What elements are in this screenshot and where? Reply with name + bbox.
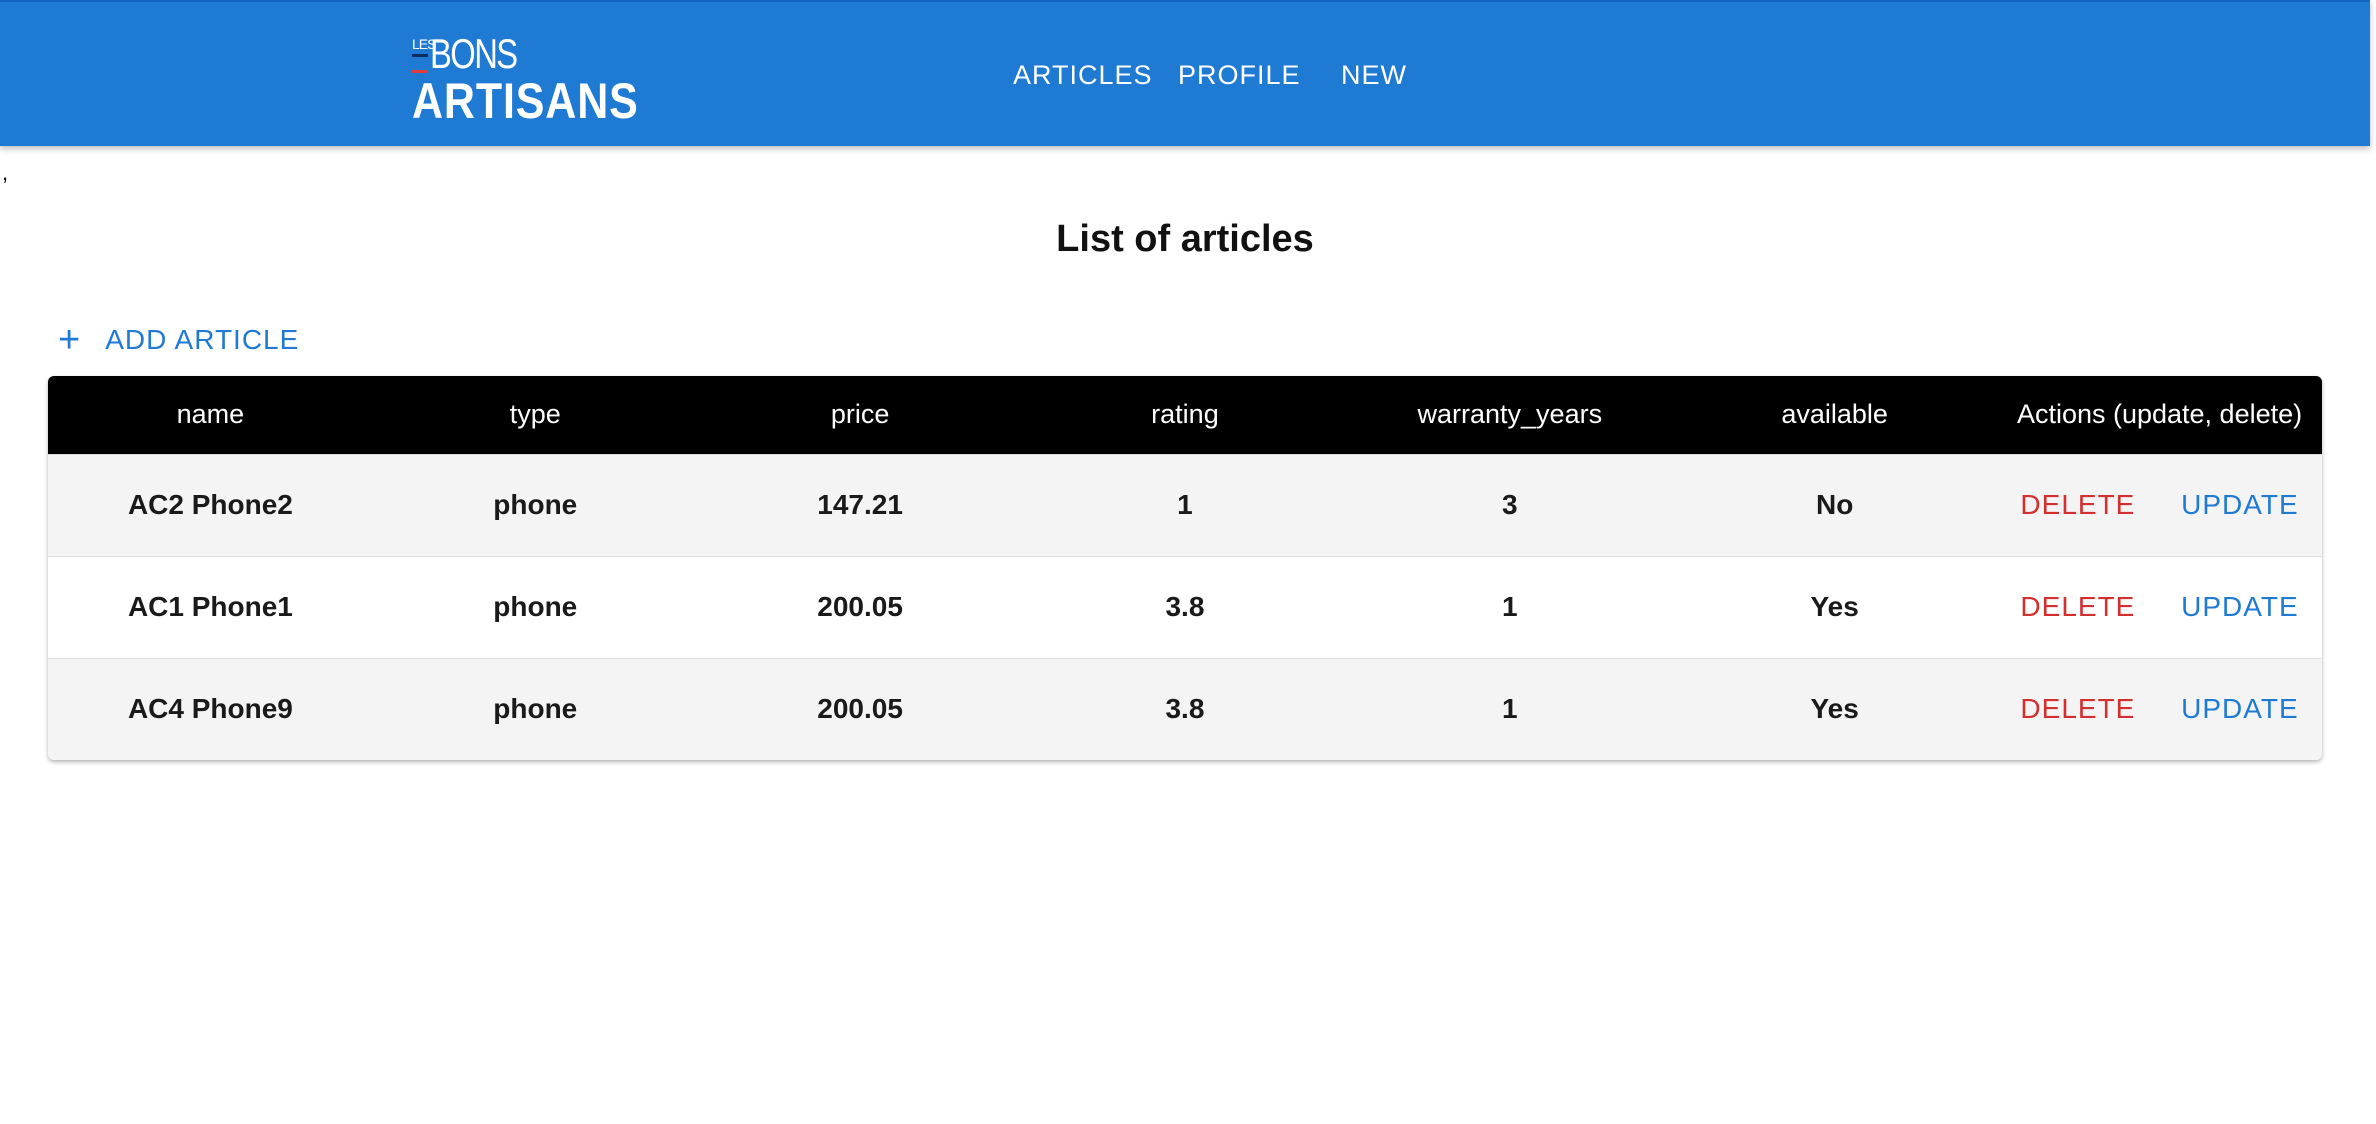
column-header-warranty-years[interactable]: warranty_years (1347, 376, 1672, 454)
delete-button[interactable]: DELETE (2020, 693, 2135, 724)
table-row: AC1 Phone1 phone 200.05 3.8 1 Yes DELETE… (48, 556, 2322, 658)
column-header-actions: Actions (update, delete) (2016, 399, 2303, 430)
update-button[interactable]: UPDATE (2181, 591, 2299, 622)
cell-price: 200.05 (817, 693, 903, 725)
table-header-row: name type price rating warranty_years av… (48, 376, 2322, 454)
cell-type: phone (493, 591, 578, 622)
cell-price: 200.05 (817, 591, 903, 622)
cell-actions: DELETE UPDATE (1997, 658, 2322, 760)
cell-warranty-years: 3 (1502, 489, 1518, 520)
logo-artisans-text: ARTISANS (412, 73, 639, 129)
nav-articles-link[interactable]: ARTICLES (1013, 60, 1153, 91)
column-header-rating[interactable]: rating (1023, 376, 1348, 454)
cell-type: phone (493, 489, 578, 520)
cell-warranty-years: 1 (1502, 693, 1518, 725)
delete-button[interactable]: DELETE (2020, 591, 2135, 622)
update-button[interactable]: UPDATE (2181, 489, 2299, 520)
stray-comma-text: , (2, 160, 9, 185)
cell-name: AC1 Phone1 (127, 591, 293, 622)
column-header-price[interactable]: price (698, 376, 1023, 454)
cell-available: No (1815, 489, 1854, 520)
cell-price: 147.21 (817, 489, 903, 520)
add-article-button[interactable]: + ADD ARTICLE (58, 318, 299, 362)
add-article-label: ADD ARTICLE (105, 324, 300, 355)
page-title: List of articles (1056, 218, 1314, 260)
cell-rating: 3.8 (1165, 693, 1205, 725)
cell-name: AC2 Phone2 (127, 489, 293, 520)
cell-available: Yes (1810, 693, 1859, 725)
cell-actions: DELETE UPDATE (1997, 556, 2322, 658)
column-header-name[interactable]: name (48, 376, 373, 454)
cell-available: Yes (1810, 591, 1859, 622)
cell-rating: 1 (1177, 489, 1193, 520)
cell-actions: DELETE UPDATE (1997, 454, 2322, 556)
plus-icon: + (58, 319, 82, 361)
top-app-bar: LES BONS ARTISANS ARTICLES PROFILE NEW (0, 0, 2370, 146)
nav-profile-link[interactable]: PROFILE (1178, 60, 1301, 91)
table-row: AC2 Phone2 phone 147.21 1 3 No DELETE UP… (48, 454, 2322, 556)
cell-warranty-years: 1 (1502, 591, 1518, 622)
cell-type: phone (493, 693, 578, 725)
nav-new-link[interactable]: NEW (1341, 60, 1407, 91)
table-row: AC4 Phone9 phone 200.05 3.8 1 Yes DELETE… (48, 658, 2322, 760)
articles-table: name type price rating warranty_years av… (48, 376, 2322, 760)
brand-logo[interactable]: LES BONS ARTISANS (410, 30, 640, 129)
logo-flag-blue-stripe (412, 54, 428, 57)
column-header-available[interactable]: available (1672, 376, 1997, 454)
delete-button[interactable]: DELETE (2020, 489, 2135, 520)
cell-name: AC4 Phone9 (127, 693, 293, 725)
update-button[interactable]: UPDATE (2181, 693, 2299, 724)
cell-rating: 3.8 (1165, 591, 1205, 622)
column-header-type[interactable]: type (373, 376, 698, 454)
logo-bons-text: BONS (430, 30, 518, 77)
